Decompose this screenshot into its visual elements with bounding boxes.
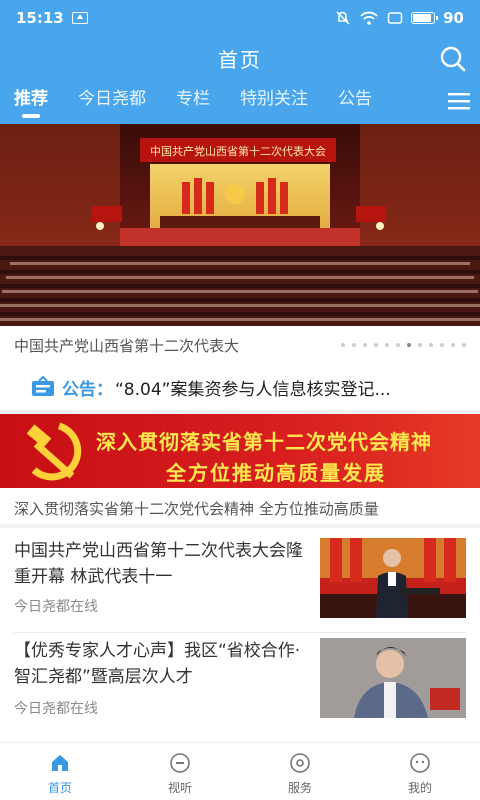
banner-caption-text: 中国共产党山西省第十二次代表大 <box>14 336 240 355</box>
app-header: 15:13 90 首页 推荐 今日尧都 专栏 特别关注 公告 <box>0 0 480 124</box>
news-source: 今日尧都在线 <box>14 701 98 717</box>
carousel-dot <box>363 343 367 347</box>
tab-announcement[interactable]: 公告 <box>338 84 372 109</box>
carousel-dot <box>440 343 444 347</box>
news-item[interactable]: 中国共产党山西省第十二次代表大会隆重开幕 林武代表十一 今日尧都在线 <box>0 538 480 634</box>
tab-today-yaodu[interactable]: 今日尧都 <box>78 84 146 109</box>
headline-banner[interactable]: 中国共产党山西省第十二次代表大会 <box>0 124 480 326</box>
promo-banner[interactable]: 深入贯彻落实省第十二次党代会精神 全方位推动高质量发展 <box>0 414 480 488</box>
page-title: 首页 <box>218 47 262 72</box>
tab-special-focus[interactable]: 特别关注 <box>240 84 308 109</box>
screen-icon <box>387 12 403 24</box>
title-bar: 首页 <box>0 36 480 80</box>
notice-text: “8.04”案集资参与人信息核实登记... <box>115 379 391 400</box>
status-bar: 15:13 90 <box>0 0 480 36</box>
bottom-nav: 首页 视听 服务 我的 <box>0 742 480 800</box>
thumbnail-photo <box>320 638 466 718</box>
item-divider <box>14 632 466 633</box>
section-divider <box>0 524 480 528</box>
carousel-dot <box>396 343 400 347</box>
nav-service[interactable]: 服务 <box>240 743 360 800</box>
channel-tabs: 推荐 今日尧都 专栏 特别关注 公告 <box>0 84 480 124</box>
nav-video[interactable]: 视听 <box>120 743 240 800</box>
menu-icon[interactable] <box>448 92 470 110</box>
status-time: 15:13 <box>16 9 64 27</box>
promo-line-1: 深入贯彻落实省第十二次党代会精神 <box>96 430 432 454</box>
carousel-dot <box>451 343 455 347</box>
nav-home[interactable]: 首页 <box>0 743 120 800</box>
battery-level: 90 <box>443 9 464 27</box>
carousel-dot <box>418 343 422 347</box>
wifi-icon <box>360 11 378 25</box>
profile-icon <box>410 753 430 773</box>
nav-home-label: 首页 <box>47 781 72 795</box>
news-source: 今日尧都在线 <box>14 599 98 615</box>
nav-service-label: 服务 <box>287 781 312 795</box>
thumbnail-photo <box>320 538 466 618</box>
carousel-dot-active <box>407 343 411 347</box>
carousel-dot <box>429 343 433 347</box>
service-icon <box>290 753 310 773</box>
news-title: 【优秀专家人才心声】我区“省校合作·智汇尧都”暨高层次人才 <box>14 641 301 687</box>
notice-label: 公告： <box>62 379 113 400</box>
news-item[interactable]: 【优秀专家人才心声】我区“省校合作·智汇尧都”暨高层次人才 今日尧都在线 <box>0 638 480 738</box>
status-icons: 90 <box>335 9 464 27</box>
search-icon[interactable] <box>438 44 468 74</box>
nav-profile[interactable]: 我的 <box>360 743 480 800</box>
carousel-dot <box>462 343 466 347</box>
carousel-dot <box>352 343 356 347</box>
hall-sign: 中国共产党山西省第十二次代表大会 <box>150 144 326 158</box>
notice-bar[interactable]: 公告： “8.04”案集资参与人信息核实登记... <box>0 364 480 410</box>
nav-video-label: 视听 <box>167 781 192 795</box>
promo-caption[interactable]: 深入贯彻落实省第十二次党代会精神 全方位推动高质量 <box>0 492 480 524</box>
announcement-icon <box>32 376 54 396</box>
tab-recommend[interactable]: 推荐 <box>14 84 48 109</box>
video-icon <box>170 753 190 773</box>
banner-photo: 中国共产党山西省第十二次代表大会 <box>0 124 480 326</box>
tab-column[interactable]: 专栏 <box>176 84 210 109</box>
news-thumbnail <box>320 638 466 718</box>
mute-icon <box>336 11 350 25</box>
promo-line-2: 全方位推动高质量发展 <box>166 461 386 485</box>
hammer-sickle-icon <box>26 422 82 481</box>
carousel-indicator <box>341 343 466 347</box>
news-thumbnail <box>320 538 466 618</box>
home-icon <box>52 755 68 771</box>
carousel-dot <box>341 343 345 347</box>
banner-caption[interactable]: 中国共产党山西省第十二次代表大 <box>0 326 480 364</box>
upload-icon <box>71 12 88 24</box>
carousel-dot <box>385 343 389 347</box>
nav-profile-label: 我的 <box>407 781 432 795</box>
battery-icon <box>411 12 439 24</box>
carousel-dot <box>374 343 378 347</box>
news-title: 中国共产党山西省第十二次代表大会隆重开幕 林武代表十一 <box>14 541 303 587</box>
